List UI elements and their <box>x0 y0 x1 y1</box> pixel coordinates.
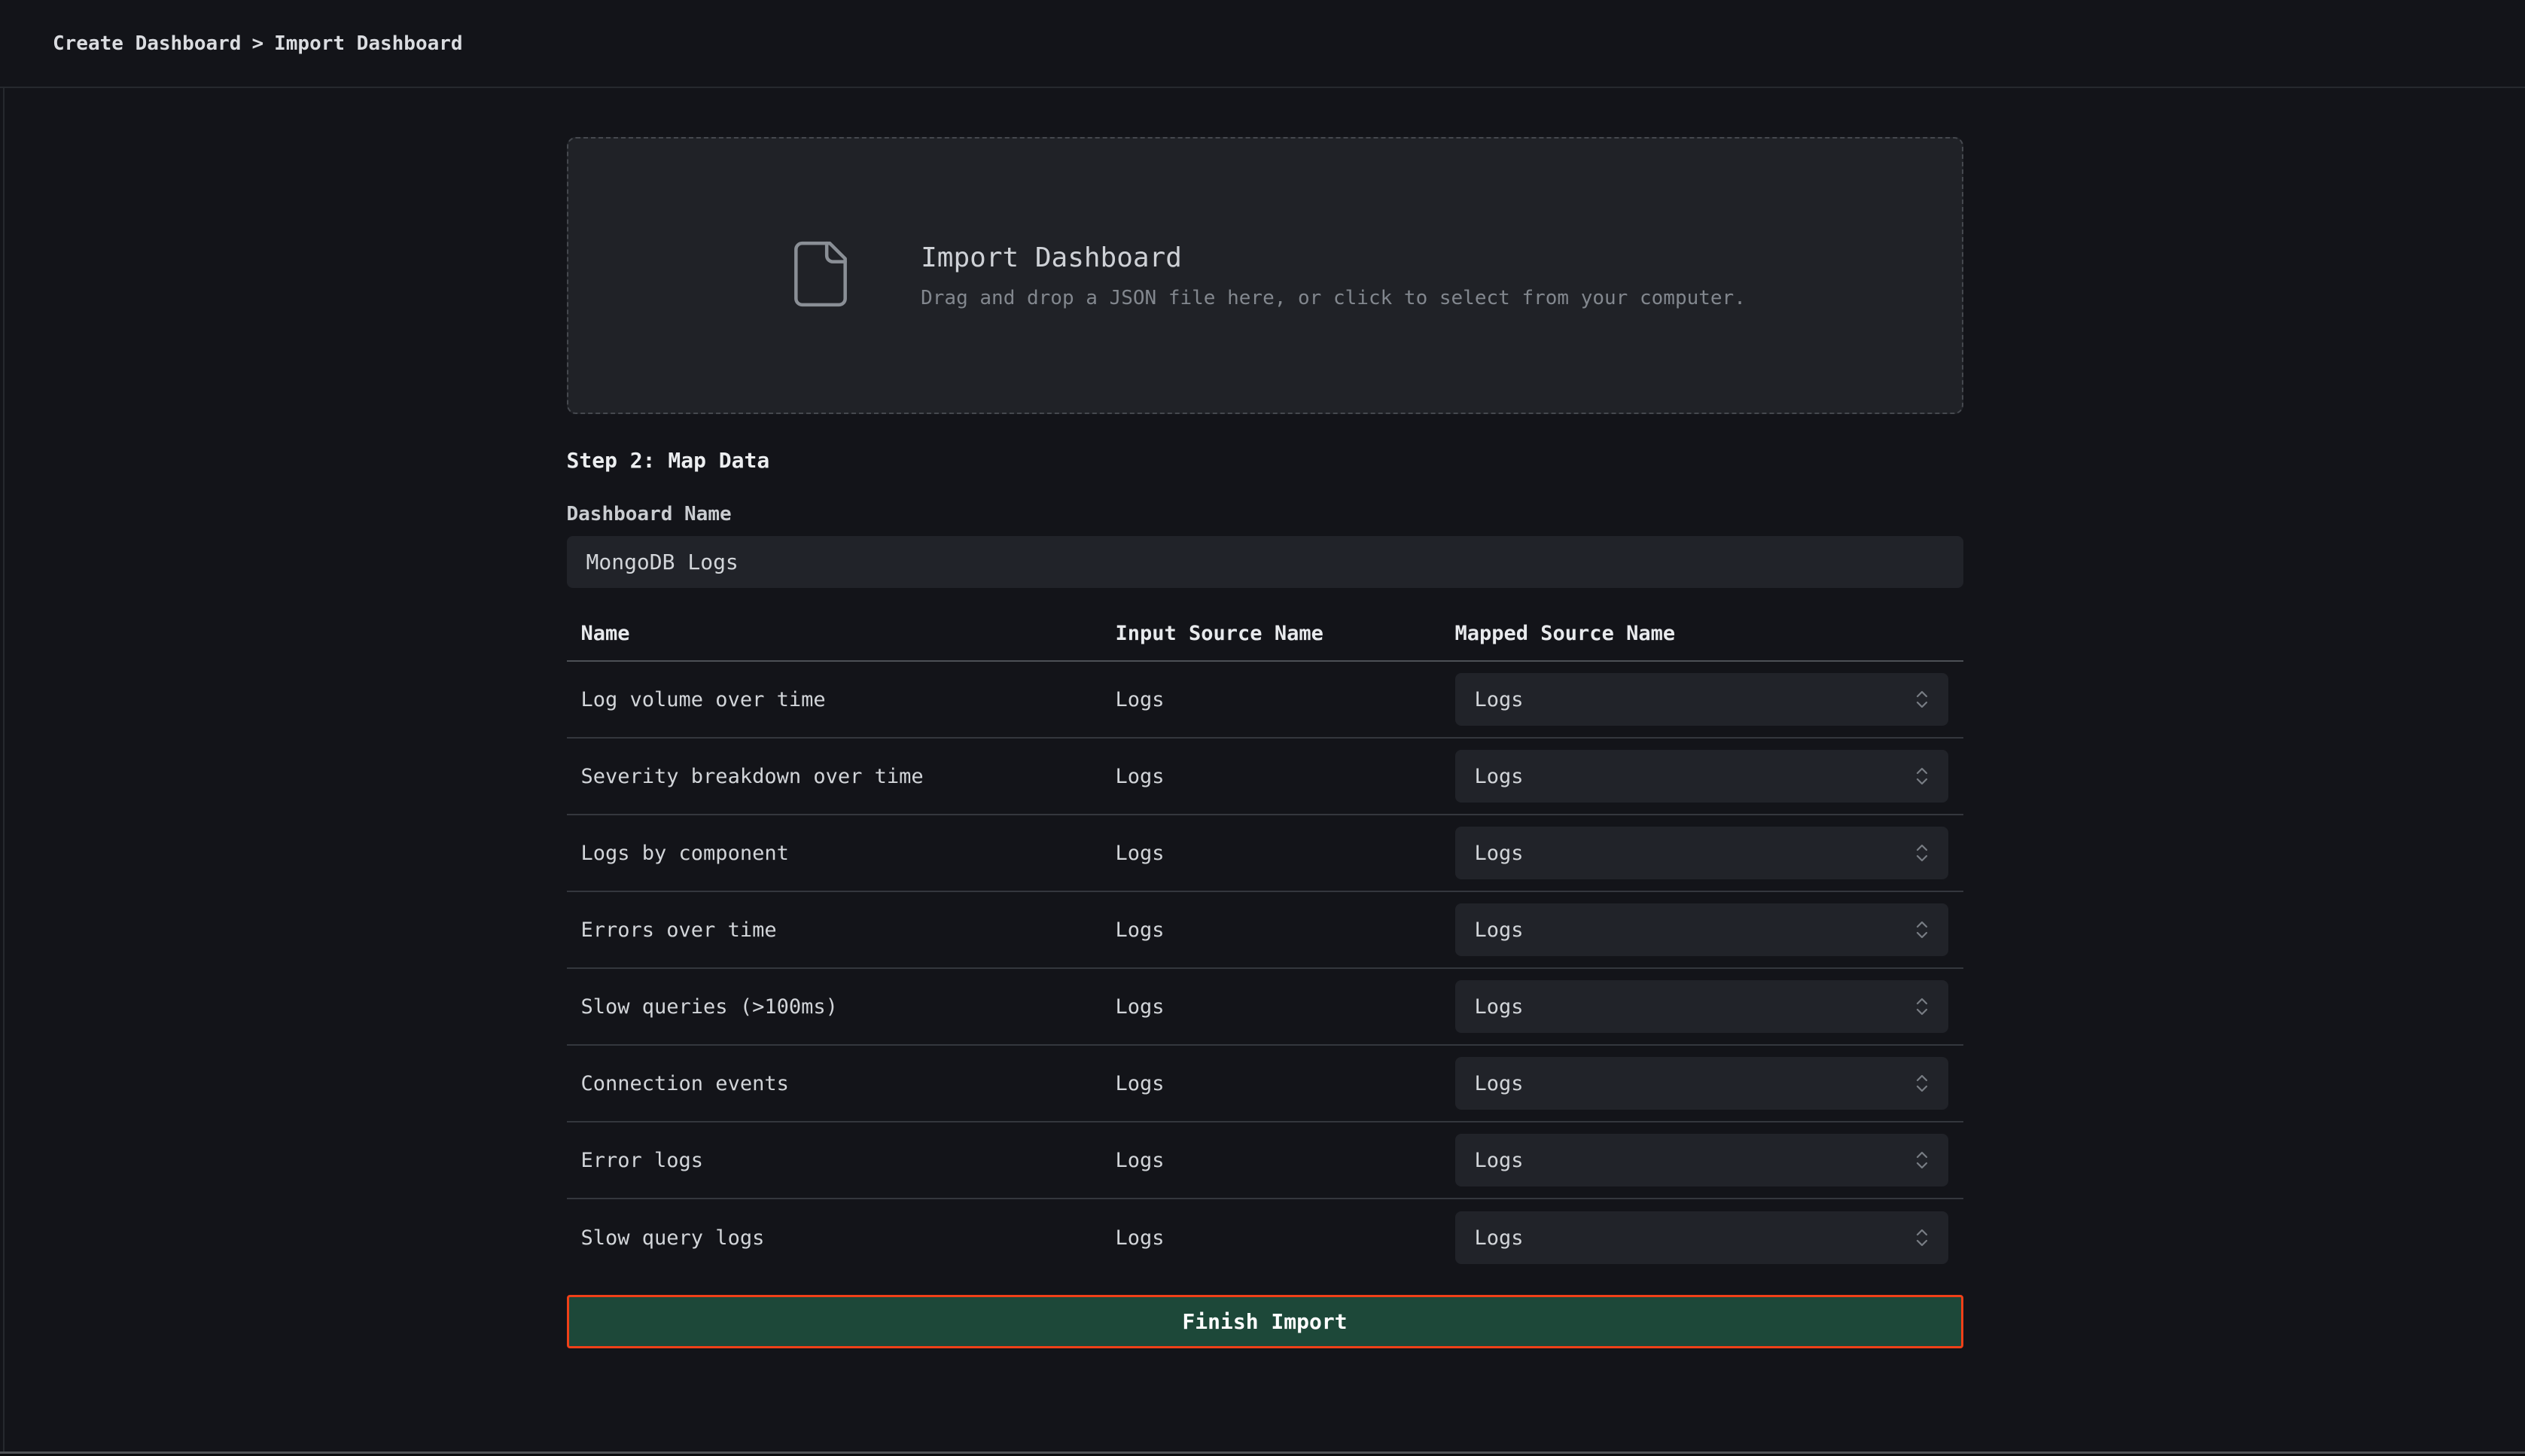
row-input-source: Logs <box>1116 1226 1455 1250</box>
mapped-source-select[interactable]: Logs <box>1455 903 1948 956</box>
main-content: Import Dashboard Drag and drop a JSON fi… <box>3 88 2525 1451</box>
mapped-source-value: Logs <box>1475 995 1524 1019</box>
mapped-source-value: Logs <box>1475 1149 1524 1172</box>
table-header-row: Name Input Source Name Mapped Source Nam… <box>567 622 1963 662</box>
row-name: Severity breakdown over time <box>567 765 1116 788</box>
breadcrumb-separator: > <box>251 32 263 55</box>
chevron-updown-icon <box>1914 1147 1930 1173</box>
chevron-updown-icon <box>1914 994 1930 1019</box>
row-name: Error logs <box>567 1149 1116 1172</box>
table-row: Error logs Logs Logs <box>567 1122 1963 1199</box>
mapped-source-value: Logs <box>1475 688 1524 711</box>
top-bar: Create Dashboard > Import Dashboard <box>0 0 2525 88</box>
mapped-source-select[interactable]: Logs <box>1455 980 1948 1033</box>
breadcrumb-item-create-dashboard[interactable]: Create Dashboard <box>53 32 241 55</box>
row-name: Connection events <box>567 1072 1116 1095</box>
mapped-source-select[interactable]: Logs <box>1455 1057 1948 1110</box>
step-heading: Step 2: Map Data <box>567 448 1963 473</box>
chevron-updown-icon <box>1914 1225 1930 1250</box>
file-icon <box>784 237 857 314</box>
row-input-source: Logs <box>1116 842 1455 865</box>
column-header-name: Name <box>567 622 1116 645</box>
mapped-source-value: Logs <box>1475 765 1524 788</box>
row-name: Logs by component <box>567 842 1116 865</box>
mapped-source-select[interactable]: Logs <box>1455 1211 1948 1264</box>
mapped-source-value: Logs <box>1475 1226 1524 1250</box>
mapped-source-select[interactable]: Logs <box>1455 750 1948 803</box>
table-row: Errors over time Logs Logs <box>567 892 1963 969</box>
row-input-source: Logs <box>1116 1072 1455 1095</box>
row-name: Log volume over time <box>567 688 1116 711</box>
row-input-source: Logs <box>1116 918 1455 942</box>
dropzone-title: Import Dashboard <box>921 242 1746 273</box>
mapping-table: Name Input Source Name Mapped Source Nam… <box>567 622 1963 1276</box>
table-row: Severity breakdown over time Logs Logs <box>567 739 1963 815</box>
row-name: Slow queries (>100ms) <box>567 995 1116 1019</box>
content-column: Import Dashboard Drag and drop a JSON fi… <box>567 88 1963 1348</box>
dropzone-subtitle: Drag and drop a JSON file here, or click… <box>921 287 1746 309</box>
chevron-updown-icon <box>1914 1071 1930 1096</box>
dashboard-name-label: Dashboard Name <box>567 503 1963 525</box>
table-row: Log volume over time Logs Logs <box>567 662 1963 739</box>
row-name: Slow query logs <box>567 1226 1116 1250</box>
dashboard-name-input[interactable] <box>567 536 1963 588</box>
row-input-source: Logs <box>1116 765 1455 788</box>
table-row: Connection events Logs Logs <box>567 1046 1963 1122</box>
chevron-updown-icon <box>1914 840 1930 866</box>
column-header-mapped-source: Mapped Source Name <box>1455 622 1963 645</box>
mapped-source-value: Logs <box>1475 1072 1524 1095</box>
mapped-source-select[interactable]: Logs <box>1455 673 1948 726</box>
table-row: Logs by component Logs Logs <box>567 815 1963 892</box>
breadcrumb-item-import-dashboard[interactable]: Import Dashboard <box>274 32 462 55</box>
column-header-input-source: Input Source Name <box>1116 622 1455 645</box>
dropzone-text: Import Dashboard Drag and drop a JSON fi… <box>921 242 1746 309</box>
mapped-source-value: Logs <box>1475 918 1524 942</box>
bottom-edge <box>0 1451 2525 1456</box>
chevron-updown-icon <box>1914 917 1930 943</box>
breadcrumb: Create Dashboard > Import Dashboard <box>53 32 463 55</box>
row-input-source: Logs <box>1116 995 1455 1019</box>
chevron-updown-icon <box>1914 687 1930 712</box>
mapped-source-select[interactable]: Logs <box>1455 1134 1948 1186</box>
table-row: Slow queries (>100ms) Logs Logs <box>567 969 1963 1046</box>
row-name: Errors over time <box>567 918 1116 942</box>
json-file-dropzone[interactable]: Import Dashboard Drag and drop a JSON fi… <box>567 137 1963 414</box>
table-row: Slow query logs Logs Logs <box>567 1199 1963 1276</box>
mapped-source-value: Logs <box>1475 842 1524 865</box>
chevron-updown-icon <box>1914 763 1930 789</box>
finish-import-button[interactable]: Finish Import <box>567 1295 1963 1348</box>
row-input-source: Logs <box>1116 1149 1455 1172</box>
mapped-source-select[interactable]: Logs <box>1455 827 1948 879</box>
row-input-source: Logs <box>1116 688 1455 711</box>
